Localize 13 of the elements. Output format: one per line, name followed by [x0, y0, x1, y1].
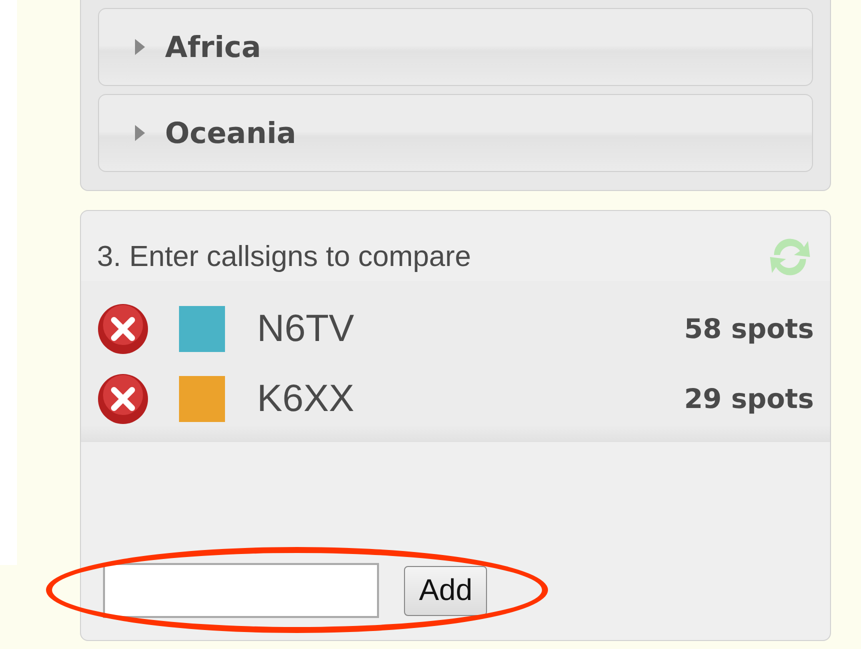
- remove-icon[interactable]: [97, 303, 149, 355]
- remove-icon[interactable]: [97, 373, 149, 425]
- callsign: K6XX: [257, 378, 356, 420]
- spot-count: 29 spots: [684, 384, 814, 414]
- expand-triangle-icon: [135, 125, 145, 141]
- callsign: N6TV: [257, 308, 356, 350]
- spot-count: 58 spots: [684, 314, 814, 344]
- expand-triangle-icon: [135, 39, 145, 55]
- callsign-input[interactable]: [103, 563, 379, 618]
- panel-title: 3. Enter callsigns to compare: [97, 240, 471, 274]
- region-header[interactable]: Africa: [98, 8, 813, 86]
- region-header[interactable]: Oceania: [98, 94, 813, 172]
- add-button[interactable]: Add: [404, 566, 488, 616]
